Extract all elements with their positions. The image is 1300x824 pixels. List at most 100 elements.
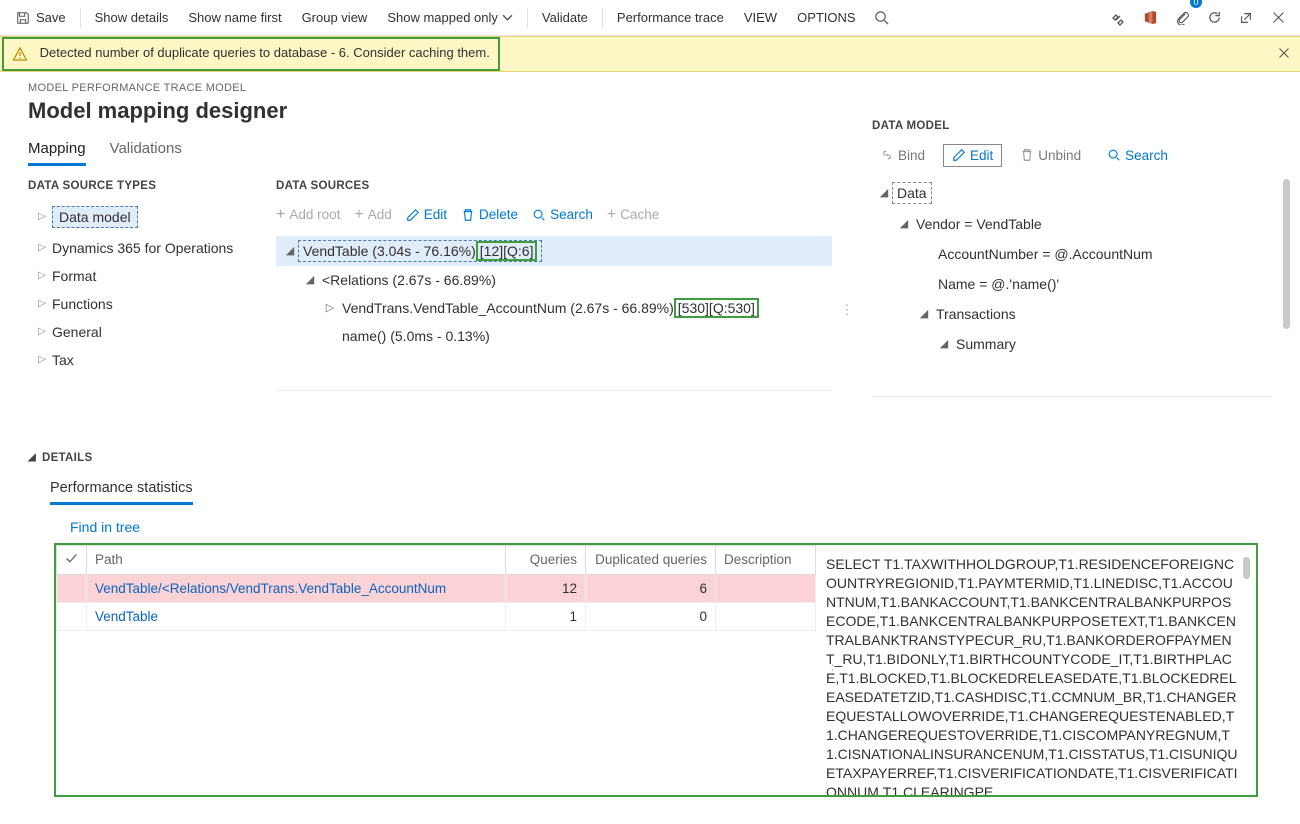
col-check[interactable] — [57, 545, 87, 574]
popout-button[interactable] — [1230, 0, 1262, 36]
bind-button[interactable]: Bind — [872, 144, 933, 167]
validate-button[interactable]: Validate — [532, 0, 598, 35]
splitter-grip[interactable]: ⋮ — [842, 180, 852, 440]
show-name-first-button[interactable]: Show name first — [178, 0, 291, 35]
edit-icon — [406, 208, 420, 222]
options-menu[interactable]: OPTIONS — [787, 0, 866, 35]
chevron-right-icon: ▷ — [32, 211, 52, 222]
warning-icon — [12, 46, 28, 62]
chevron-down-icon[interactable]: ◢ — [282, 244, 298, 257]
vendtrans-stats-badge: [530][Q:530] — [674, 298, 759, 318]
performance-panel: Path Queries Duplicated queries Descript… — [54, 543, 1258, 797]
view-menu[interactable]: VIEW — [734, 0, 787, 35]
find-in-tree-link[interactable]: Find in tree — [70, 519, 1272, 535]
chevron-down-icon[interactable]: ◢ — [302, 273, 318, 286]
ds-type-data-model[interactable]: ▷Data model — [28, 200, 266, 234]
refresh-button[interactable] — [1198, 0, 1230, 36]
ds-type-d365[interactable]: ▷Dynamics 365 for Operations — [28, 234, 266, 262]
chevron-right-icon: ▷ — [32, 354, 52, 365]
chevron-down-icon — [502, 12, 513, 23]
section-sources-label: DATA SOURCES — [276, 180, 832, 192]
sql-preview: SELECT T1.TAXWITHHOLDGROUP,T1.RESIDENCEF… — [816, 545, 1256, 795]
ds-type-functions[interactable]: ▷Functions — [28, 290, 266, 318]
tab-validations[interactable]: Validations — [110, 140, 182, 166]
save-label: Save — [36, 10, 66, 25]
search-icon — [532, 208, 546, 222]
section-types-label: DATA SOURCE TYPES — [28, 180, 266, 192]
edit-button[interactable]: Edit — [406, 206, 447, 224]
section-model-label: DATA MODEL — [872, 120, 1272, 132]
dm-node-data[interactable]: ◢Data — [872, 177, 1272, 209]
dm-node-summary[interactable]: ◢Summary — [872, 329, 1272, 359]
ds-type-general[interactable]: ▷General — [28, 318, 266, 346]
search-button[interactable]: Search — [1099, 144, 1176, 167]
performance-trace-button[interactable]: Performance trace — [607, 0, 734, 35]
tree-node-name[interactable]: name() (5.0ms - 0.13%) — [276, 322, 832, 350]
cache-button: +Cache — [607, 206, 659, 224]
row-path-link[interactable]: VendTable — [95, 609, 158, 624]
warning-close-button[interactable] — [1278, 46, 1290, 62]
chevron-down-icon[interactable]: ◢ — [876, 186, 892, 199]
search-icon — [874, 10, 889, 25]
performance-grid: Path Queries Duplicated queries Descript… — [56, 545, 816, 631]
group-view-button[interactable]: Group view — [292, 0, 378, 35]
delete-button[interactable]: Delete — [461, 206, 518, 224]
details-header[interactable]: ◢ DETAILS — [28, 442, 1272, 468]
dm-node-name[interactable]: Name = @.'name()' — [872, 269, 1272, 299]
popout-icon — [1239, 11, 1253, 25]
data-model-tree: ◢Data ◢Vendor = VendTable AccountNumber … — [872, 177, 1272, 397]
search-button[interactable]: Search — [532, 206, 593, 224]
link-icon-button[interactable] — [1102, 0, 1134, 36]
scrollbar[interactable] — [1243, 557, 1250, 579]
delete-icon — [461, 208, 475, 222]
tab-performance-statistics[interactable]: Performance statistics — [50, 472, 193, 505]
chevron-right-icon: ▷ — [32, 242, 52, 253]
warning-bar: Detected number of duplicate queries to … — [0, 36, 1300, 72]
search-icon — [1107, 148, 1121, 162]
chevron-down-icon[interactable]: ◢ — [916, 307, 932, 320]
details-section: ◢ DETAILS Performance statistics Find in… — [28, 442, 1272, 797]
chevron-down-icon[interactable]: ◢ — [896, 217, 912, 230]
search-button[interactable] — [866, 0, 898, 36]
data-sources-toolbar: +Add root +Add Edit Delete Search +Cache — [276, 200, 832, 230]
add-root-button: +Add root — [276, 206, 340, 224]
warning-highlight: Detected number of duplicate queries to … — [2, 37, 500, 71]
tree-node-vendtrans[interactable]: ▷ VendTrans.VendTable_AccountNum (2.67s … — [276, 294, 832, 322]
col-queries[interactable]: Queries — [506, 545, 586, 574]
data-model-toolbar: Bind Edit Unbind Search — [872, 140, 1272, 171]
close-icon — [1278, 47, 1290, 59]
attachment-button[interactable]: 0 — [1166, 0, 1198, 36]
dm-node-accountnumber[interactable]: AccountNumber = @.AccountNum — [872, 239, 1272, 269]
chevron-right-icon: ▷ — [32, 326, 52, 337]
close-button[interactable] — [1262, 0, 1294, 36]
vendtable-stats-badge: [12][Q:6] — [476, 241, 538, 261]
row-path-link[interactable]: VendTable/<Relations/VendTrans.VendTable… — [95, 581, 446, 596]
data-source-types-list: ▷Data model ▷Dynamics 365 for Operations… — [28, 200, 266, 374]
breadcrumb: MODEL PERFORMANCE TRACE MODEL — [28, 82, 1272, 94]
close-icon — [1272, 11, 1285, 24]
scrollbar[interactable] — [1283, 179, 1290, 329]
ds-type-format[interactable]: ▷Format — [28, 262, 266, 290]
col-desc[interactable]: Description — [716, 545, 816, 574]
chevron-down-icon[interactable]: ◢ — [936, 337, 952, 350]
table-row[interactable]: VendTable/<Relations/VendTrans.VendTable… — [57, 574, 816, 602]
attachment-icon — [1175, 10, 1190, 25]
tree-node-vendtable[interactable]: ◢ VendTable (3.04s - 76.16%)[12][Q:6] — [276, 236, 832, 266]
add-button: +Add — [354, 206, 391, 224]
office-button[interactable] — [1134, 0, 1166, 36]
tree-node-relations[interactable]: ◢ <Relations (2.67s - 66.89%) — [276, 266, 832, 294]
tab-mapping[interactable]: Mapping — [28, 140, 86, 166]
table-row[interactable]: VendTable 1 0 — [57, 602, 816, 630]
unbind-button[interactable]: Unbind — [1012, 144, 1089, 167]
dm-node-vendor[interactable]: ◢Vendor = VendTable — [872, 209, 1272, 239]
save-button[interactable]: Save — [6, 0, 76, 35]
dm-node-transactions[interactable]: ◢Transactions — [872, 299, 1272, 329]
ds-type-tax[interactable]: ▷Tax — [28, 346, 266, 374]
edit-button[interactable]: Edit — [943, 144, 1002, 167]
col-dup[interactable]: Duplicated queries — [586, 545, 716, 574]
show-mapped-only-button[interactable]: Show mapped only — [377, 0, 523, 35]
col-path[interactable]: Path — [87, 545, 506, 574]
show-details-button[interactable]: Show details — [85, 0, 179, 35]
delete-icon — [1020, 148, 1034, 162]
chevron-right-icon[interactable]: ▷ — [322, 301, 338, 314]
